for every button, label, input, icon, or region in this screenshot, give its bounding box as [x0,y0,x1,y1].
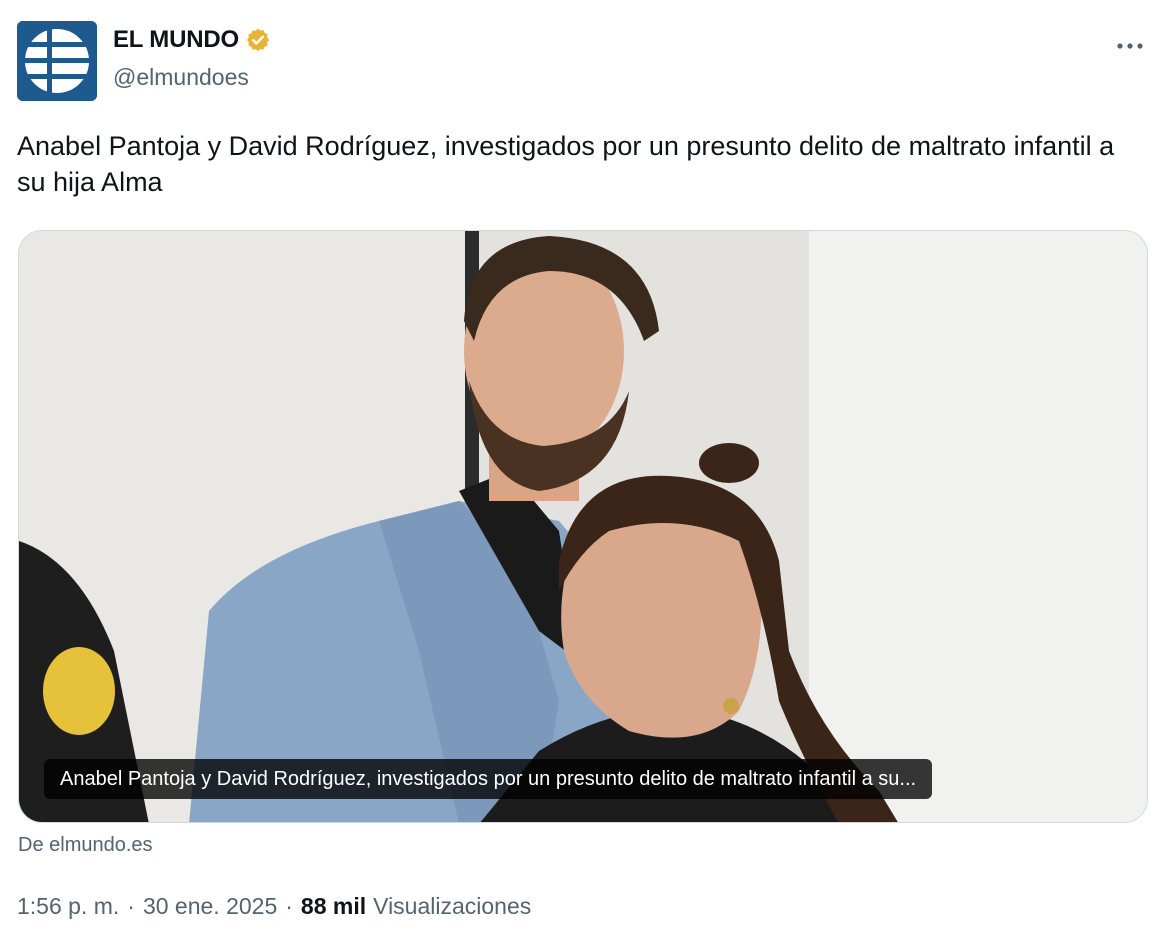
author-handle[interactable]: @elmundoes [113,64,271,91]
tweet-card: EL MUNDO @elmundoes Anabel Pantoja y Dav… [0,0,1164,934]
tweet-metadata: 1:56 p. m. · 30 ene. 2025 · 88 mil Visua… [17,893,531,920]
avatar[interactable] [17,21,97,101]
media-caption: Anabel Pantoja y David Rodríguez, invest… [44,759,933,799]
verified-badge-icon [245,27,271,53]
author-name[interactable]: EL MUNDO [113,26,239,54]
el-mundo-logo [17,21,97,101]
separator: · [285,893,293,919]
views-label: Visualizaciones [373,893,532,919]
views-count: 88 mil [300,893,367,919]
more-horizontal-icon [1117,43,1143,49]
article-photo [19,231,1147,822]
source-link[interactable]: De elmundo.es [18,834,153,857]
tweet-time[interactable]: 1:56 p. m. [17,893,119,920]
author-info: EL MUNDO @elmundoes [113,26,271,91]
tweet-date[interactable]: 30 ene. 2025 [143,893,277,920]
more-options-button[interactable] [1114,30,1146,62]
separator: · [127,893,135,919]
tweet-text: Anabel Pantoja y David Rodríguez, invest… [17,131,1115,197]
link-preview-card[interactable]: Anabel Pantoja y David Rodríguez, invest… [18,230,1148,823]
